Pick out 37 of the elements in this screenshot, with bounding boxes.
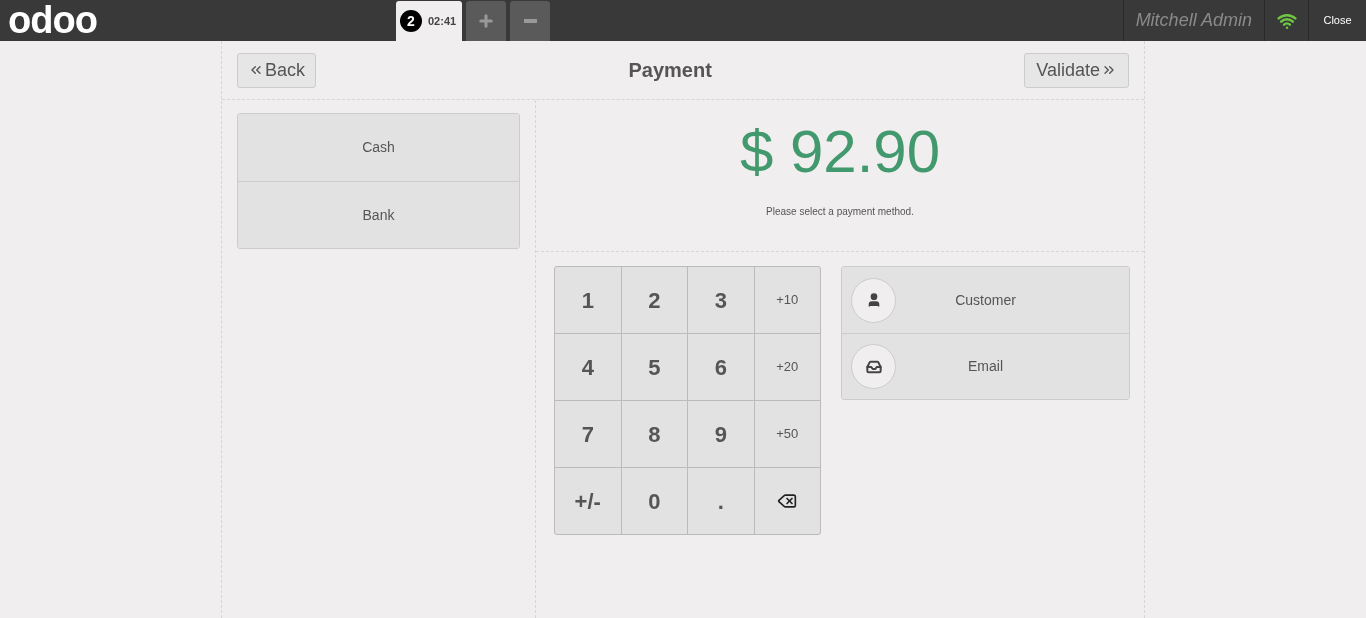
keypad-key[interactable]: 6 — [688, 334, 754, 400]
customer-button[interactable]: Customer — [842, 267, 1129, 333]
page-title: Payment — [628, 58, 712, 83]
plus-icon — [477, 12, 495, 30]
keypad-key[interactable]: 0 — [621, 468, 687, 534]
user-name: Mitchell Admin — [1122, 0, 1264, 41]
keypad-key[interactable]: 7 — [555, 401, 621, 467]
order-number: 2 — [400, 10, 422, 32]
keypad-key[interactable]: +50 — [754, 401, 820, 467]
payment-method-button[interactable]: Cash — [238, 114, 519, 181]
order-time: 02:41 — [428, 13, 457, 29]
payment-method-button[interactable]: Bank — [238, 181, 519, 248]
close-button[interactable]: Close — [1308, 0, 1366, 41]
keypad-key[interactable]: . — [688, 468, 754, 534]
remove-order-button[interactable] — [510, 1, 550, 41]
validate-button[interactable]: Validate — [1024, 52, 1129, 88]
keypad-key[interactable]: +20 — [754, 334, 820, 400]
keypad-key[interactable]: 4 — [555, 334, 621, 400]
email-button[interactable]: Email — [842, 333, 1129, 399]
backspace-icon — [777, 491, 798, 511]
keypad-key[interactable]: 8 — [621, 401, 687, 467]
keypad-key[interactable]: 1 — [555, 267, 621, 333]
keypad-key[interactable]: 5 — [621, 334, 687, 400]
back-button[interactable]: Back — [237, 52, 317, 88]
payment-hint: Please select a payment method. — [766, 205, 914, 219]
logo: odoo — [7, 0, 99, 41]
inbox-icon — [865, 358, 882, 375]
backspace-key[interactable] — [754, 468, 820, 534]
total-amount: $ 92.90 — [739, 117, 941, 187]
keypad-key[interactable]: 3 — [688, 267, 754, 333]
keypad-key[interactable]: +/- — [555, 468, 621, 534]
keypad-key[interactable]: 9 — [688, 401, 754, 467]
minus-icon — [523, 19, 537, 23]
add-order-button[interactable] — [466, 1, 506, 41]
order-tab[interactable]: 2 02:41 — [396, 1, 462, 41]
keypad-key[interactable]: +10 — [754, 267, 820, 333]
keypad-key[interactable]: 2 — [621, 267, 687, 333]
